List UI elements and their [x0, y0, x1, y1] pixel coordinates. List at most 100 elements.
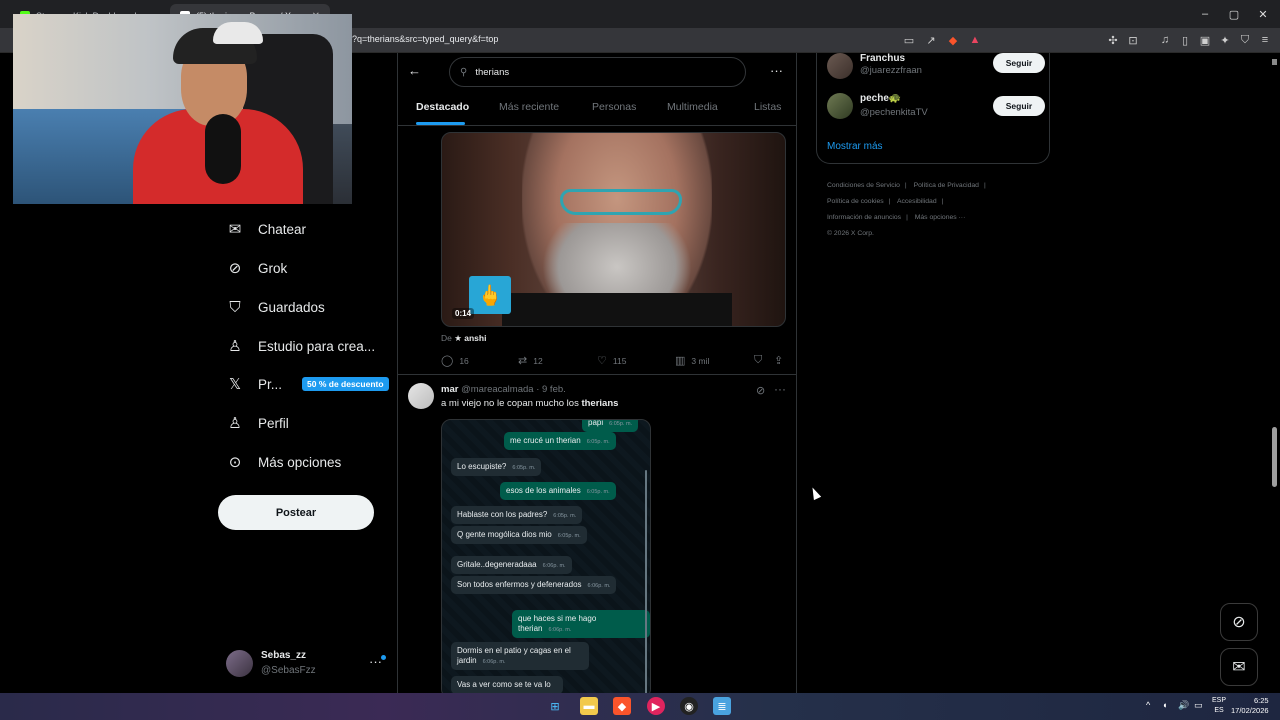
who-to-follow-panel: Franchus @juarezzfraan Seguir peche🐢 @pe…: [816, 53, 1050, 164]
nav-item-grok[interactable]: ⊘ Grok: [226, 254, 288, 282]
tray-app-icon[interactable]: ◖: [1162, 700, 1167, 710]
back-arrow-icon[interactable]: ←: [408, 63, 421, 78]
like-count: 115: [612, 355, 627, 366]
leo-ai-icon[interactable]: ✦: [1218, 33, 1232, 47]
tweet-header: mar @mareacalmada · 9 feb.: [441, 384, 566, 395]
repost-button[interactable]: ⇄ 12: [518, 354, 543, 367]
clock[interactable]: 6:25 17/02/2026: [1231, 696, 1269, 716]
bookmark-icon: ⛉: [229, 298, 241, 316]
obs-icon[interactable]: ◉: [680, 697, 698, 715]
promo-badge: 50 % de descuento: [302, 377, 389, 391]
author-handle[interactable]: @mareacalmada: [461, 384, 533, 395]
chat-bubble: Q gente mogólica dios mio 6:05p. m.: [451, 526, 587, 544]
source-name: ★ anshi: [454, 333, 487, 343]
nav-item-profile[interactable]: ♙ Perfil: [226, 409, 289, 437]
avatar[interactable]: [408, 383, 434, 409]
nav-item-chat[interactable]: ✉ Chatear: [226, 215, 306, 243]
volume-icon[interactable]: 🔊: [1178, 700, 1189, 711]
show-more-link[interactable]: Mostrar más: [827, 141, 883, 152]
nav-item-more-options[interactable]: ⊙ Más opciones: [226, 448, 342, 476]
views-chart-icon: ▥: [675, 355, 686, 367]
scrollbar-thumb[interactable]: [1272, 427, 1277, 487]
url-text[interactable]: ?q=therians&src=typed_query&f=top: [352, 34, 498, 44]
media-icon[interactable]: ♫: [1158, 33, 1172, 47]
brave-browser-icon[interactable]: ◆: [613, 697, 631, 715]
language-indicator[interactable]: ESP ES: [1212, 696, 1226, 716]
screenshot-icon[interactable]: ⊡: [1126, 33, 1140, 47]
author-name[interactable]: mar: [441, 384, 458, 395]
chat-bubble: Son todos enfermos y defenerados 6:06p. m…: [451, 576, 617, 594]
chat-screenshot-image[interactable]: papi 6:05p. m. me crucé un therian 6:05p. …: [441, 419, 651, 693]
grok-icon[interactable]: ⊘: [756, 384, 765, 397]
video-source[interactable]: De ★ anshi: [441, 333, 486, 344]
follow-suggestion[interactable]: Franchus @juarezzfraan Seguir: [827, 53, 1047, 83]
battery-icon[interactable]: ▭: [1194, 700, 1203, 711]
footer-link[interactable]: Política de Privacidad: [914, 182, 979, 189]
more-icon[interactable]: ···: [770, 63, 783, 78]
follow-button[interactable]: Seguir: [993, 96, 1045, 116]
avatar: [827, 53, 853, 79]
vpn-icon[interactable]: ⛉: [1238, 33, 1252, 47]
views-button[interactable]: ▥ 3 mil: [675, 354, 709, 367]
close-window-button[interactable]: ✕: [1246, 0, 1280, 28]
chat-bubble: esos de los animales 6:05p. m.: [500, 482, 616, 500]
brave-rewards-icon[interactable]: ▲: [968, 33, 982, 47]
wallet-icon[interactable]: ▣: [1198, 33, 1212, 47]
tweet-text: a mi viejo no le copan mucho los therian…: [441, 398, 619, 409]
messages-fab-button[interactable]: ✉: [1220, 648, 1258, 686]
follow-suggestion[interactable]: peche🐢 @pechenkitaTV Seguir: [827, 93, 1047, 123]
copyright: © 2026 X Corp.: [827, 230, 874, 237]
reply-button[interactable]: ◯ 16: [441, 354, 469, 367]
footer-link[interactable]: Información de anuncios: [827, 214, 901, 221]
nav-item-creator-studio[interactable]: ♙ Estudio para crea...: [226, 332, 375, 360]
mouse-cursor-icon: [808, 485, 822, 501]
notification-dot: [381, 655, 386, 660]
avatar: [226, 650, 253, 677]
footer-link[interactable]: Política de cookies: [827, 198, 884, 205]
post-button[interactable]: Postear: [218, 495, 374, 530]
video-duration: 0:14: [452, 308, 475, 319]
tweet-time[interactable]: · 9 feb.: [536, 384, 566, 395]
page-scrollbar[interactable]: [1270, 53, 1280, 693]
account-switcher[interactable]: Sebas_zz @SebasFzz ···: [226, 648, 390, 680]
grok-icon: ⊘: [1232, 614, 1246, 631]
nav-item-label: Chatear: [258, 221, 307, 237]
nav-item-label: Pr...: [258, 376, 283, 392]
windows-start-icon[interactable]: ⊞: [546, 697, 564, 715]
tab-mas-reciente[interactable]: Más reciente: [499, 101, 559, 113]
tray-chevron-icon[interactable]: ^: [1146, 700, 1150, 710]
footer-link[interactable]: Más opciones ···: [915, 214, 966, 221]
suggestion-name: peche🐢: [860, 93, 902, 104]
cast-icon[interactable]: ▭: [902, 33, 916, 47]
tab-destacado[interactable]: Destacado: [416, 101, 469, 113]
nav-item-premium[interactable]: 𝕏 Pr... 50 % de descuento: [226, 370, 389, 398]
file-explorer-icon[interactable]: ▬: [580, 697, 598, 715]
search-input[interactable]: ⚲ therians: [449, 57, 746, 87]
nav-item-bookmarks[interactable]: ⛉ Guardados: [226, 293, 325, 321]
avatar: [827, 93, 853, 119]
brave-shield-icon[interactable]: ◆: [946, 33, 960, 47]
grok-fab-button[interactable]: ⊘: [1220, 603, 1258, 641]
extensions-icon[interactable]: ✣: [1106, 33, 1120, 47]
chat-bubble: Gritale..degeneradaaa 6:06p. m.: [451, 556, 572, 574]
tab-personas[interactable]: Personas: [592, 101, 636, 113]
share-icon[interactable]: ↗: [924, 33, 938, 47]
media-player-icon[interactable]: ▶: [647, 697, 665, 715]
like-button[interactable]: ♡ 115: [597, 354, 626, 367]
account-handle: @SebasFzz: [261, 665, 316, 676]
tab-multimedia[interactable]: Multimedia: [667, 101, 718, 113]
video-player[interactable]: 🖕 0:14: [441, 132, 786, 327]
share-button[interactable]: ⇪: [774, 354, 783, 367]
follow-button[interactable]: Seguir: [993, 53, 1045, 73]
menu-icon[interactable]: ≡: [1258, 33, 1272, 47]
more-icon[interactable]: ···: [774, 382, 786, 396]
bookmark-button[interactable]: ⛉: [754, 354, 762, 367]
footer-link[interactable]: Condiciones de Servicio: [827, 182, 900, 189]
tab-listas[interactable]: Listas: [754, 101, 781, 113]
chat-bubble: que haces si me hago therian 6:06p. m.: [512, 610, 650, 638]
footer-link[interactable]: Accesibilidad: [897, 198, 937, 205]
nav-item-label: Guardados: [258, 299, 325, 315]
chat-bubble: Hablaste con los padres? 6:05p. m.: [451, 506, 583, 524]
notepad-icon[interactable]: ≣: [713, 697, 731, 715]
sidebar-icon[interactable]: ▯: [1178, 33, 1192, 47]
